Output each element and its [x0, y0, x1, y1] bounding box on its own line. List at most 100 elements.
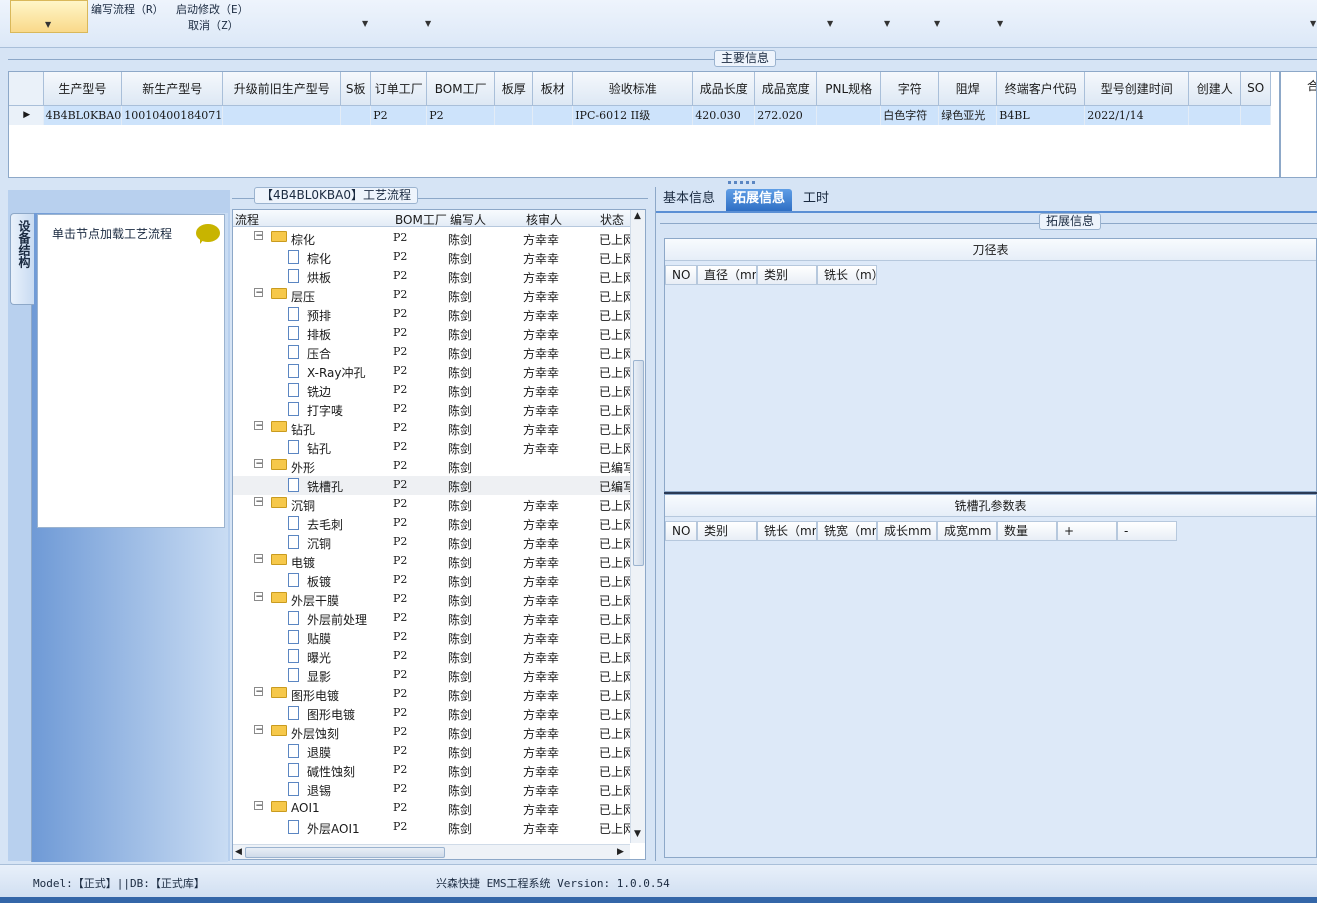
dropdown-arrow-icon[interactable]: ▼ — [362, 19, 368, 28]
tree-node[interactable]: − 外层蚀刻 P2 陈剑 方幸幸 已上网 — [233, 723, 631, 742]
tree-node[interactable]: 碱性蚀刻 P2 陈剑 方幸幸 已上网 — [233, 761, 631, 780]
tree-node[interactable]: 去毛刺 P2 陈剑 方幸幸 已上网 — [233, 514, 631, 533]
column-header[interactable]: SO — [1240, 72, 1272, 106]
expander-icon[interactable]: − — [254, 497, 263, 506]
table-cell[interactable] — [1240, 105, 1272, 125]
table-cell[interactable]: 10010400184071 — [121, 105, 224, 125]
dropdown-arrow-icon[interactable]: ▼ — [934, 19, 940, 28]
tree-node[interactable]: 预排 P2 陈剑 方幸幸 已上网 — [233, 305, 631, 324]
column-header[interactable]: PNL规格 — [816, 72, 882, 106]
tree-node[interactable]: 沉铜 P2 陈剑 方幸幸 已上网 — [233, 533, 631, 552]
nav-tree-box[interactable]: 单击节点加载工艺流程 — [37, 214, 225, 528]
column-header[interactable]: 验收标准 — [572, 72, 694, 106]
tree-node[interactable]: 排板 P2 陈剑 方幸幸 已上网 — [233, 324, 631, 343]
column-header[interactable]: 订单工厂 — [370, 72, 428, 106]
table-cell[interactable] — [222, 105, 342, 125]
scroll-left-icon[interactable]: ◀ — [235, 847, 242, 857]
column-header[interactable]: NO — [665, 521, 697, 541]
column-header[interactable]: S板 — [340, 72, 372, 106]
dropdown-arrow-icon[interactable]: ▼ — [997, 19, 1003, 28]
column-header[interactable]: 数量 — [997, 521, 1057, 541]
splitter-grip[interactable] — [740, 181, 743, 184]
expander-icon[interactable]: − — [254, 231, 263, 240]
table-cell[interactable] — [532, 105, 574, 125]
tree-node[interactable]: 贴膜 P2 陈剑 方幸幸 已上网 — [233, 628, 631, 647]
splitter-grip[interactable] — [752, 181, 755, 184]
expander-icon[interactable]: − — [254, 459, 263, 468]
column-header[interactable]: 新生产型号 — [121, 72, 224, 106]
dropdown-arrow-icon[interactable]: ▼ — [425, 19, 431, 28]
scroll-up-icon[interactable]: ▲ — [634, 211, 641, 221]
column-header[interactable]: 铣长（mm） — [757, 521, 817, 541]
column-header[interactable]: 成宽mm — [937, 521, 997, 541]
table-cell[interactable]: 绿色亚光 — [938, 105, 998, 125]
table-cell[interactable] — [1188, 105, 1242, 125]
tree-node[interactable]: 钻孔 P2 陈剑 方幸幸 已上网 — [233, 438, 631, 457]
scroll-down-icon[interactable]: ▼ — [634, 829, 641, 839]
tree-node[interactable]: 棕化 P2 陈剑 方幸幸 已上网 — [233, 248, 631, 267]
column-header-status[interactable]: 状态 — [600, 211, 624, 228]
scroll-thumb[interactable] — [245, 847, 445, 858]
tree-node[interactable]: 图形电镀 P2 陈剑 方幸幸 已上网 — [233, 704, 631, 723]
tree-node[interactable]: 退膜 P2 陈剑 方幸幸 已上网 — [233, 742, 631, 761]
column-header[interactable]: 成长mm — [877, 521, 937, 541]
tree-node[interactable]: − 层压 P2 陈剑 方幸幸 已上网 — [233, 286, 631, 305]
scroll-right-icon[interactable]: ▶ — [617, 847, 624, 857]
column-header[interactable]: 铣长（m） — [817, 265, 877, 285]
tree-node[interactable]: 打字唛 P2 陈剑 方幸幸 已上网 — [233, 400, 631, 419]
column-header-bom[interactable]: BOM工厂 — [395, 211, 447, 228]
tree-node[interactable]: − 外层干膜 P2 陈剑 方幸幸 已上网 — [233, 590, 631, 609]
table-cell[interactable]: 2022/1/14 — [1084, 105, 1190, 125]
column-header[interactable]: 铣宽（mm） — [817, 521, 877, 541]
column-header[interactable]: 板材 — [532, 72, 574, 106]
column-header[interactable]: 型号创建时间 — [1084, 72, 1190, 106]
menu-write-process[interactable]: 编写流程（R） — [91, 1, 164, 17]
table-cell[interactable]: P2 — [370, 105, 428, 125]
tree-node[interactable]: − 外形 P2 陈剑 已编写 — [233, 457, 631, 476]
table-cell[interactable] — [816, 105, 882, 125]
tree-node[interactable]: − AOI1 P2 陈剑 方幸幸 已上网 — [233, 799, 631, 818]
process-horizontal-scrollbar[interactable]: ◀ ▶ — [233, 844, 630, 859]
table-cell[interactable]: B4BL — [996, 105, 1086, 125]
table-cell[interactable] — [340, 105, 372, 125]
tab-device-structure[interactable]: 设备结构 — [10, 213, 34, 305]
tree-node[interactable]: − 钻孔 P2 陈剑 方幸幸 已上网 — [233, 419, 631, 438]
tree-node[interactable]: 显影 P2 陈剑 方幸幸 已上网 — [233, 666, 631, 685]
tree-node[interactable]: X-Ray冲孔 P2 陈剑 方幸幸 已上网 — [233, 362, 631, 381]
column-header-writer[interactable]: 编写人 — [450, 211, 486, 228]
tree-node[interactable]: 退锡 P2 陈剑 方幸幸 已上网 — [233, 780, 631, 799]
splitter-grip[interactable] — [728, 181, 731, 184]
tree-node[interactable]: 板镀 P2 陈剑 方幸幸 已上网 — [233, 571, 631, 590]
table-cell[interactable]: 272.020 — [754, 105, 818, 125]
tree-node[interactable]: 外层前处理 P2 陈剑 方幸幸 已上网 — [233, 609, 631, 628]
tree-node[interactable]: − 棕化 P2 陈剑 方幸幸 已上网 — [233, 229, 631, 248]
menu-start-modify[interactable]: 启动修改（E） — [176, 1, 249, 17]
column-header[interactable]: 创建人 — [1188, 72, 1242, 106]
column-header[interactable]: 板厚 — [494, 72, 534, 106]
tree-node[interactable]: 压合 P2 陈剑 方幸幸 已上网 — [233, 343, 631, 362]
expander-icon[interactable]: − — [254, 801, 263, 810]
expander-icon[interactable]: − — [254, 288, 263, 297]
expander-icon[interactable]: − — [254, 725, 263, 734]
table-row[interactable]: ▶ 4B4BL0KBA0 10010400184071 P2 P2 IPC-6012 II… — [9, 105, 1272, 125]
scroll-thumb[interactable] — [633, 360, 644, 566]
tab-worktime[interactable]: 工时 — [796, 189, 836, 211]
table-cell[interactable]: 白色字符 — [880, 105, 940, 125]
tree-node[interactable]: 曝光 P2 陈剑 方幸幸 已上网 — [233, 647, 631, 666]
tree-node[interactable]: 铣槽孔 P2 陈剑 已编写 — [233, 476, 631, 495]
expander-icon[interactable]: − — [254, 421, 263, 430]
process-vertical-scrollbar[interactable]: ▲ ▼ — [630, 210, 645, 843]
splitter-grip[interactable] — [734, 181, 737, 184]
dropdown-arrow-icon[interactable]: ▼ — [884, 19, 890, 28]
grid-corner[interactable] — [9, 72, 44, 106]
table-cell[interactable]: 420.030 — [692, 105, 756, 125]
table-cell[interactable]: P2 — [426, 105, 496, 125]
column-header[interactable]: - — [1117, 521, 1177, 541]
column-header[interactable]: 终端客户代码 — [996, 72, 1086, 106]
column-header[interactable]: BOM工厂 — [426, 72, 496, 106]
column-header[interactable]: 成品长度 — [692, 72, 756, 106]
table-cell[interactable]: IPC-6012 II级 — [572, 105, 694, 125]
column-header[interactable]: 阻焊 — [938, 72, 998, 106]
expander-icon[interactable]: − — [254, 554, 263, 563]
expander-icon[interactable]: − — [254, 592, 263, 601]
